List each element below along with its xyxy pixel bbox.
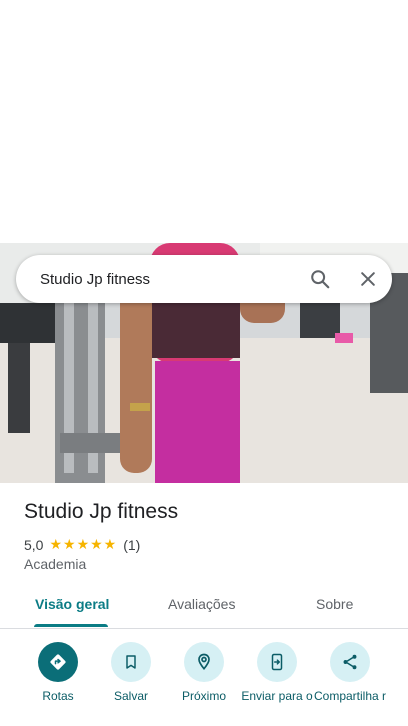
share-button[interactable]: Compartilha r — [310, 642, 390, 703]
directions-icon[interactable] — [38, 642, 78, 682]
search-icon[interactable] — [296, 255, 344, 303]
tab-overview[interactable]: Visão geral — [35, 596, 109, 612]
tab-about[interactable]: Sobre — [316, 596, 353, 612]
review-count[interactable]: (1) — [123, 537, 140, 553]
send-to-phone-icon[interactable] — [257, 642, 297, 682]
search-bar[interactable]: Studio Jp fitness — [16, 255, 392, 303]
rating-value: 5,0 — [24, 536, 44, 553]
active-tab-indicator — [34, 624, 108, 627]
tab-reviews[interactable]: Avaliações — [168, 596, 235, 612]
place-title: Studio Jp fitness — [24, 500, 179, 523]
send-to-phone-label: Enviar para o — [241, 689, 313, 703]
share-icon[interactable] — [330, 642, 370, 682]
place-category: Academia — [24, 556, 87, 572]
map-area-blank — [0, 0, 408, 243]
save-label: Salvar — [113, 689, 148, 703]
star-rating-icon: ★★★★★ — [49, 536, 118, 552]
place-tabs: Visão geral Avaliações Sobre — [0, 588, 408, 629]
bookmark-icon[interactable] — [111, 642, 151, 682]
send-to-phone-button[interactable]: Enviar para o — [237, 642, 317, 703]
directions-label: Rotas — [42, 689, 74, 703]
nearby-label: Próximo — [181, 689, 226, 703]
share-label: Compartilha r — [313, 689, 387, 703]
action-buttons: Rotas Salvar Próximo Enviar para o Compa… — [0, 642, 408, 726]
search-query[interactable]: Studio Jp fitness — [16, 271, 296, 288]
nearby-icon[interactable] — [184, 642, 224, 682]
directions-button[interactable]: Rotas — [18, 642, 98, 703]
nearby-button[interactable]: Próximo — [164, 642, 244, 703]
close-icon[interactable] — [344, 255, 392, 303]
save-button[interactable]: Salvar — [91, 642, 171, 703]
rating-row[interactable]: 5,0 ★★★★★ (1) — [24, 536, 140, 553]
